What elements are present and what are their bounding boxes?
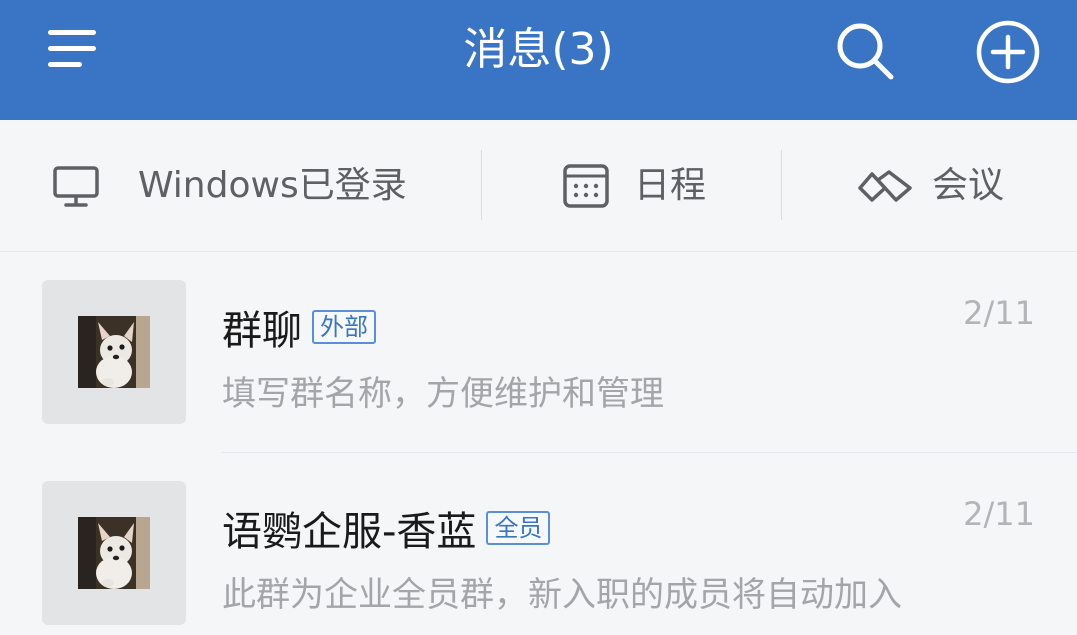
meeting-icon: [858, 170, 912, 202]
add-circle-icon: [976, 20, 1040, 84]
calendar-icon: [563, 164, 609, 208]
search-icon: [837, 23, 894, 80]
quickbar-divider: [781, 150, 782, 220]
meeting-label: 会议: [932, 165, 1005, 206]
conversation-title-row: 群聊 外部: [222, 298, 376, 356]
top-app-bar: 消息(3): [0, 0, 1077, 120]
conversation-list: 群聊 外部 2/11 填写群名称，方便维护和管理 语鹦企服-香蓝 全员 2/11…: [0, 252, 1077, 635]
quickbar-divider: [481, 150, 482, 220]
external-tag-badge: 外部: [312, 310, 376, 344]
schedule-label: 日程: [634, 165, 707, 206]
search-button[interactable]: [834, 20, 896, 82]
menu-button[interactable]: [44, 24, 100, 74]
conversation-preview: 填写群名称，方便维护和管理: [222, 374, 664, 414]
conversation-name: 语鹦企服-香蓝: [222, 509, 477, 555]
quick-access-bar: Windows已登录 日程 会议: [0, 120, 1077, 252]
monitor-icon: [53, 166, 99, 207]
conversation-preview: 此群为企业全员群，新入职的成员将自动加入: [222, 575, 902, 615]
schedule-shortcut[interactable]: 日程: [482, 120, 782, 252]
group-avatar: [42, 481, 186, 625]
all-staff-tag-badge: 全员: [486, 511, 551, 545]
hamburger-menu-icon: [48, 30, 96, 67]
conversation-item[interactable]: 群聊 外部 2/11 填写群名称，方便维护和管理: [0, 252, 1077, 453]
conversation-title-row: 语鹦企服-香蓝 全员: [222, 499, 551, 557]
dog-photo-avatar: [78, 316, 150, 388]
windows-login-status[interactable]: Windows已登录: [0, 120, 482, 252]
conversation-time: 2/11: [963, 495, 1035, 533]
conversation-time: 2/11: [963, 294, 1035, 332]
page-title: 消息(3): [463, 24, 614, 75]
group-avatar: [42, 280, 186, 424]
conversation-name: 群聊: [222, 308, 302, 354]
dog-photo-avatar: [78, 517, 150, 589]
conversation-item[interactable]: 语鹦企服-香蓝 全员 2/11 此群为企业全员群，新入职的成员将自动加入: [0, 453, 1077, 635]
meeting-shortcut[interactable]: 会议: [782, 120, 1077, 252]
windows-login-label: Windows已登录: [138, 165, 407, 206]
add-button[interactable]: [972, 16, 1044, 88]
